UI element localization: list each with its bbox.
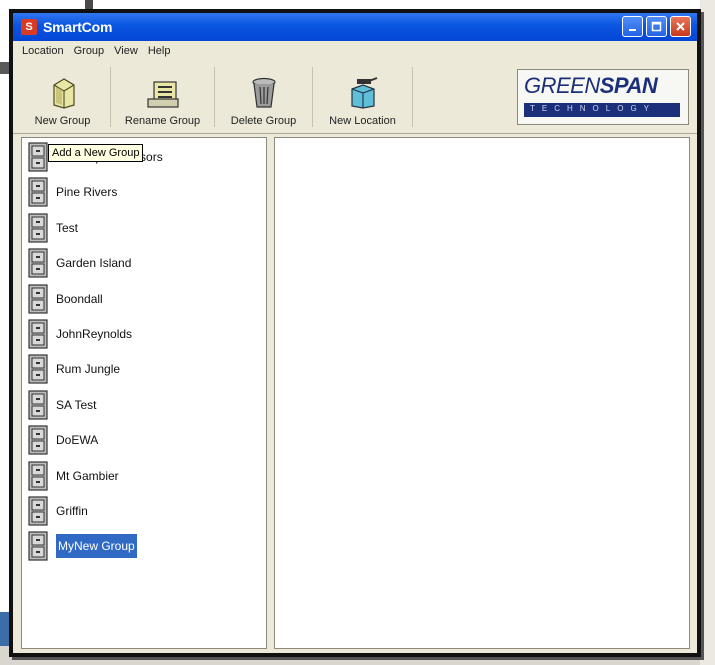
new-group-tooltip: Add a New Group (48, 144, 144, 162)
window-title: SmartCom (43, 19, 113, 35)
new-group-icon (52, 78, 75, 109)
group-list-item[interactable]: JohnReynolds (26, 319, 132, 349)
group-list-item[interactable]: Test (26, 213, 78, 243)
group-list-pane[interactable]: Greenspan SensorsPine RiversTestGarden I… (21, 137, 267, 649)
group-label: MyNew Group (56, 534, 137, 559)
menu-view[interactable]: View (109, 45, 143, 57)
group-list-item[interactable]: Boondall (26, 283, 103, 314)
minimize-button[interactable] (622, 16, 643, 37)
group-label: Pine Rivers (56, 185, 118, 200)
filing-cabinet-icon (26, 248, 50, 278)
close-button[interactable] (670, 16, 691, 37)
close-icon (676, 22, 685, 31)
new-location-button[interactable]: New Location (313, 67, 413, 127)
menu-group[interactable]: Group (69, 45, 110, 57)
group-label: Boondall (56, 291, 103, 306)
group-label: Rum Jungle (56, 362, 121, 377)
group-label: SA Test (56, 397, 97, 412)
filing-cabinet-icon (26, 460, 50, 491)
menu-bar: Location Group View Help (13, 41, 697, 61)
detail-pane[interactable] (274, 137, 690, 649)
group-label: Griffin (56, 504, 88, 518)
group-label: Mt Gambier (56, 468, 119, 483)
group-list-item[interactable]: Griffin (26, 496, 88, 526)
group-list-item[interactable]: Garden Island (26, 248, 131, 278)
group-label: DoEWA (56, 433, 99, 448)
filing-cabinet-icon (26, 354, 50, 384)
delete-group-button[interactable]: Delete Group (215, 67, 313, 127)
menu-location[interactable]: Location (17, 45, 69, 57)
new-location-label: New Location (329, 115, 396, 127)
rename-group-icon (146, 81, 179, 108)
smartcom-window: S SmartCom Location Group View Help New … (9, 9, 701, 657)
filing-cabinet-icon (26, 283, 50, 314)
delete-group-label: Delete Group (230, 115, 297, 127)
filing-cabinet-icon (26, 390, 50, 420)
background-window-fragment (700, 0, 715, 665)
group-label: JohnReynolds (56, 327, 133, 341)
logo-wordmark: GREENSPAN (524, 73, 658, 99)
logo-tagline: TECHNOLOGY (530, 104, 657, 113)
logo-word-light: GREEN (524, 73, 600, 98)
toolbar: New Group Rename Group Delete Group New … (13, 63, 697, 134)
rename-group-button[interactable]: Rename Group (111, 67, 215, 127)
menu-help[interactable]: Help (143, 45, 176, 57)
filing-cabinet-icon (26, 142, 50, 172)
filing-cabinet-icon (26, 319, 50, 349)
rename-group-label: Rename Group (124, 115, 201, 127)
minimize-icon (629, 29, 636, 31)
maximize-icon (651, 21, 662, 32)
app-icon[interactable]: S (21, 19, 37, 35)
filing-cabinet-icon (26, 531, 50, 561)
maximize-button[interactable] (646, 16, 667, 37)
filing-cabinet-icon (26, 425, 50, 455)
group-list-item[interactable]: Pine Rivers (26, 177, 117, 207)
new-group-label: New Group (34, 115, 91, 127)
filing-cabinet-icon (26, 496, 50, 526)
group-list-item[interactable]: MyNew Group (26, 531, 137, 561)
title-bar[interactable]: S SmartCom (13, 13, 697, 41)
new-group-button[interactable]: New Group (15, 67, 111, 127)
group-label: Garden Island (56, 256, 132, 271)
new-location-icon (350, 77, 377, 109)
greenspan-logo: GREENSPAN TECHNOLOGY (517, 69, 689, 125)
filing-cabinet-icon (26, 213, 50, 243)
trash-icon (251, 77, 276, 108)
window-controls (622, 16, 691, 37)
group-list-item[interactable]: Mt Gambier (26, 460, 119, 491)
logo-tagline-bar: TECHNOLOGY (524, 103, 680, 117)
filing-cabinet-icon (26, 177, 50, 207)
group-label: Test (56, 220, 79, 235)
group-list-item[interactable]: Rum Jungle (26, 354, 120, 384)
group-list-item[interactable]: DoEWA (26, 425, 98, 455)
group-list-item[interactable]: SA Test (26, 390, 96, 420)
logo-word-bold: SPAN (599, 73, 658, 98)
